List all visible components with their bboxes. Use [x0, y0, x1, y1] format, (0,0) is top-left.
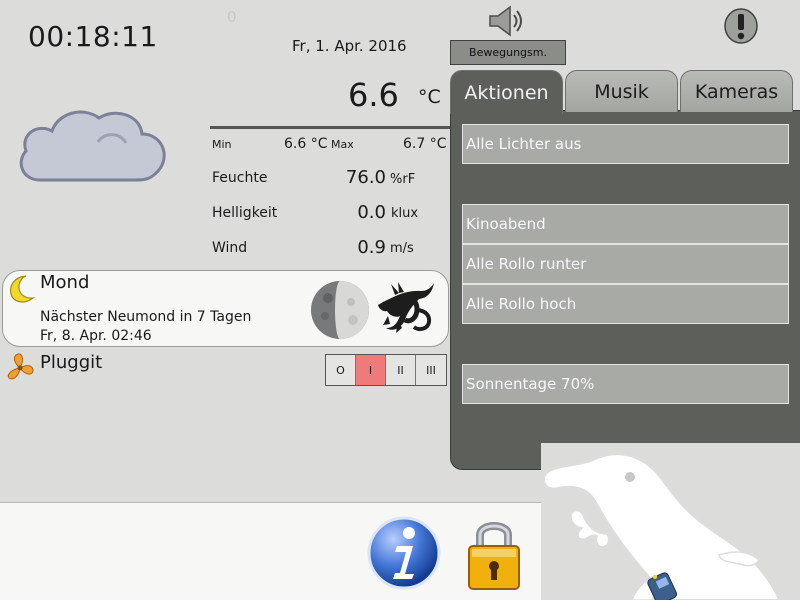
action-blinds-down-button[interactable]: Alle Rollo runter [462, 244, 789, 284]
tab-kameras[interactable]: Kameras [680, 70, 793, 112]
wind-value: 0.9 [357, 237, 386, 258]
next-new-moon: Nächster Neumond in 7 Tagen [40, 309, 252, 325]
action-blinds-up-button[interactable]: Alle Rollo hoch [462, 284, 789, 324]
cloud-icon [19, 110, 166, 182]
fan-level-1-button[interactable]: I [356, 355, 386, 385]
wind-label: Wind [212, 240, 248, 256]
capricorn-icon [378, 282, 434, 333]
speaker-icon[interactable] [486, 2, 526, 40]
gecko-logo [542, 453, 781, 600]
fan-icon [7, 353, 34, 380]
fan-level-0-button[interactable]: O [326, 355, 356, 385]
temperature-unit: °C [418, 86, 441, 108]
motion-mode-label[interactable]: Bewegungsm. [450, 40, 566, 65]
fan-level-2-button[interactable]: II [386, 355, 416, 385]
action-cinema-night-button[interactable]: Kinoabend [462, 204, 789, 244]
temperature-divider [210, 126, 454, 129]
gecko-logo-area [541, 443, 800, 600]
fan-level-3-button[interactable]: III [416, 355, 446, 385]
max-label: Max [331, 138, 354, 151]
tab-aktionen[interactable]: Aktionen [450, 70, 563, 114]
moon-title: Mond [40, 272, 90, 293]
info-icon[interactable] [366, 515, 442, 591]
min-label: Min [212, 138, 232, 151]
action-sun-days-button[interactable]: Sonnentage 70% [462, 364, 789, 404]
date-label: Fr, 1. Apr. 2016 [292, 37, 407, 55]
fan-level-selector: O I II III [325, 354, 447, 386]
min-value: 6.6 °C [284, 136, 328, 152]
alert-icon[interactable] [722, 6, 760, 46]
action-lights-off-button[interactable]: Alle Lichter aus [462, 124, 789, 164]
brightness-unit: klux [391, 206, 419, 221]
lock-icon[interactable] [464, 513, 524, 593]
brightness-value: 0.0 [357, 202, 386, 223]
humidity-unit: %rF [390, 172, 416, 187]
clock: 00:18:11 [28, 20, 158, 53]
brightness-label: Helligkeit [212, 205, 278, 221]
humidity-value: 76.0 [345, 167, 386, 188]
humidity-label: Feuchte [212, 170, 268, 186]
temperature-value: 6.6 [348, 76, 399, 114]
dim-counter: 0 [227, 8, 237, 26]
tab-musik[interactable]: Musik [565, 70, 678, 112]
next-new-moon-date: Fr, 8. Apr. 02:46 [40, 328, 152, 344]
moon-phase-icon [311, 281, 369, 339]
moon-icon [9, 275, 36, 303]
max-value: 6.7 °C [403, 136, 447, 152]
wind-unit: m/s [390, 241, 414, 256]
pluggit-title: Pluggit [40, 352, 103, 373]
